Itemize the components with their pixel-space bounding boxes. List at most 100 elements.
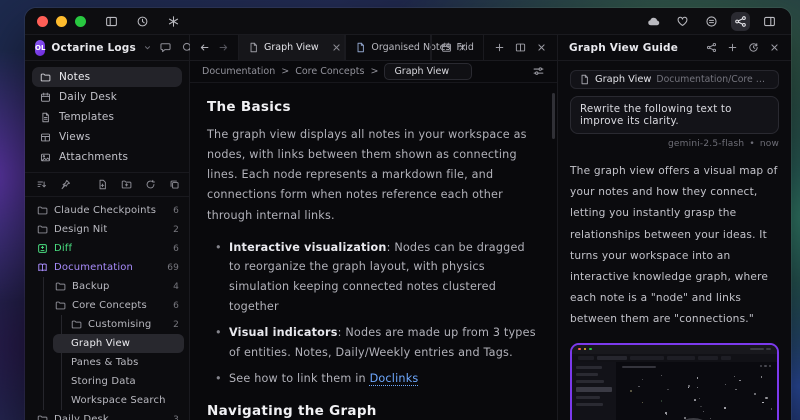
- sidebar-item-templates[interactable]: Templates: [32, 107, 182, 127]
- chat-icon[interactable]: [159, 41, 172, 54]
- tree-item-documentation[interactable]: Documentation 69: [25, 258, 189, 277]
- new-tab-icon[interactable]: [494, 42, 505, 53]
- tab-friday-daily[interactable]: Friday, D: [431, 35, 485, 60]
- note-options-icon[interactable]: [532, 65, 545, 78]
- sidebar-item-daily-desk[interactable]: Daily Desk: [32, 87, 182, 107]
- graph-node-dot: [724, 407, 726, 409]
- minimize-window-button[interactable]: [56, 16, 67, 27]
- note-count-badge: 2: [173, 225, 179, 235]
- folder-icon: [55, 300, 66, 311]
- nav-label: Views: [59, 131, 90, 143]
- tab-bar: Graph View Documentation Organised Notes…: [190, 35, 557, 61]
- clock-icon[interactable]: [133, 12, 152, 31]
- close-icon[interactable]: [769, 42, 780, 53]
- graph-node-dot: [697, 377, 699, 379]
- window-controls: [37, 16, 86, 27]
- scrollbar-thumb[interactable]: [552, 93, 555, 139]
- panel-right-toggle-icon[interactable]: [760, 12, 779, 31]
- history-icon[interactable]: [748, 42, 759, 53]
- tree-item-workspace-search[interactable]: Workspace Search: [25, 391, 189, 410]
- tree-item-diff[interactable]: Diff 6: [25, 239, 189, 258]
- new-folder-icon[interactable]: [121, 179, 132, 190]
- sidebar-item-notes[interactable]: Notes: [32, 67, 182, 87]
- sort-icon[interactable]: [36, 179, 47, 190]
- tree-item-storing-data[interactable]: Storing Data: [25, 372, 189, 391]
- video-mini-sidebar: [572, 362, 616, 420]
- graph-node-dot: [699, 398, 700, 399]
- cloud-sync-icon[interactable]: [644, 12, 663, 31]
- folder-icon: [37, 224, 48, 235]
- maximize-window-button[interactable]: [75, 16, 86, 27]
- tab-graph-view[interactable]: Graph View Documentation: [238, 35, 345, 60]
- panel-left-toggle-icon[interactable]: [102, 12, 121, 31]
- note-content[interactable]: The Basics The graph view displays all n…: [190, 83, 557, 420]
- calendar-icon: [441, 42, 452, 53]
- note-count-badge: 6: [173, 301, 179, 311]
- collapse-all-icon[interactable]: [169, 179, 180, 190]
- chevron-down-icon[interactable]: [142, 42, 153, 53]
- heart-icon[interactable]: [673, 12, 692, 31]
- tree-item-design-nit[interactable]: Design Nit 2: [25, 220, 189, 239]
- app-window: OL Octarine Logs Notes Daily Desk: [25, 8, 791, 420]
- note-count-badge: 6: [173, 244, 179, 254]
- note-title-input[interactable]: Graph View: [384, 63, 472, 80]
- file-icon: [579, 74, 590, 85]
- section-heading: The Basics: [207, 99, 539, 115]
- breadcrumb-item[interactable]: Core Concepts: [295, 66, 364, 77]
- tree-item-graph-view[interactable]: Graph View: [25, 334, 189, 353]
- assistant-panel: Graph View Guide Graph View Documentatio…: [557, 35, 791, 420]
- close-icon[interactable]: [536, 42, 547, 53]
- graph-node-dot: [697, 387, 698, 388]
- message-meta: gemini-2.5-flash • now: [570, 139, 779, 149]
- bullet-item: Interactive visualization: Nodes can be …: [213, 238, 539, 316]
- file-icon: [355, 42, 366, 53]
- graph-node-dot: [710, 418, 711, 419]
- graph-node-dot: [661, 375, 662, 376]
- tree-item-panes-tabs[interactable]: Panes & Tabs: [25, 353, 189, 372]
- graph-panel-toggle-icon[interactable]: [731, 12, 750, 31]
- back-icon[interactable]: [199, 42, 210, 53]
- new-chat-icon[interactable]: [727, 42, 738, 53]
- video-thumbnail[interactable]: [570, 343, 779, 420]
- tree-item-claude-checkpoints[interactable]: Claude Checkpoints 6: [25, 201, 189, 220]
- new-file-icon[interactable]: [97, 179, 108, 190]
- model-name: gemini-2.5-flash: [668, 139, 744, 149]
- pin-icon[interactable]: [60, 179, 71, 190]
- section-heading: Navigating the Graph: [207, 403, 539, 419]
- paragraph: The graph view displays all notes in you…: [207, 125, 539, 226]
- graph-node-dot: [762, 402, 763, 403]
- sidebar-item-views[interactable]: Views: [32, 127, 182, 147]
- tree-item-core-concepts[interactable]: Core Concepts 6: [25, 296, 189, 315]
- tree-item-daily-desk[interactable]: Daily Desk 3: [25, 410, 189, 420]
- sparkle-icon[interactable]: [164, 12, 183, 31]
- graph-node-dot: [638, 386, 639, 387]
- tree-item-customising[interactable]: Customising 2: [25, 315, 189, 334]
- breadcrumb: Documentation > Core Concepts > Graph Vi…: [190, 61, 557, 83]
- nav-label: Daily Desk: [59, 91, 117, 103]
- workspace-name[interactable]: Octarine Logs: [51, 42, 136, 54]
- split-pane-icon[interactable]: [515, 42, 526, 53]
- context-chip[interactable]: Graph View Documentation/Core Concepts: [570, 70, 779, 89]
- file-tree: Claude Checkpoints 6 Design Nit 2 Diff 6…: [25, 197, 189, 420]
- close-icon[interactable]: [331, 42, 342, 53]
- book-icon: [37, 262, 48, 273]
- graph-node-dot: [684, 417, 686, 419]
- tab-organised-notes[interactable]: Organised Notes: [345, 35, 430, 60]
- graph-node-dot: [700, 406, 701, 407]
- close-window-button[interactable]: [37, 16, 48, 27]
- forward-icon[interactable]: [218, 42, 229, 53]
- breadcrumb-separator: >: [370, 66, 378, 77]
- sidebar-item-attachments[interactable]: Attachments: [32, 147, 182, 167]
- graph-icon[interactable]: [706, 42, 717, 53]
- calendar-icon: [40, 92, 51, 103]
- graph-node-dot: [761, 376, 763, 378]
- folder-icon: [40, 72, 51, 83]
- refresh-icon[interactable]: [145, 179, 156, 190]
- tree-item-backup[interactable]: Backup 4: [25, 277, 189, 296]
- circle-menu-icon[interactable]: [702, 12, 721, 31]
- doclinks-link[interactable]: Doclinks: [370, 372, 419, 385]
- folder-icon: [55, 281, 66, 292]
- breadcrumb-separator: >: [281, 66, 289, 77]
- breadcrumb-item[interactable]: Documentation: [202, 66, 275, 77]
- workspace-avatar[interactable]: OL: [35, 40, 45, 56]
